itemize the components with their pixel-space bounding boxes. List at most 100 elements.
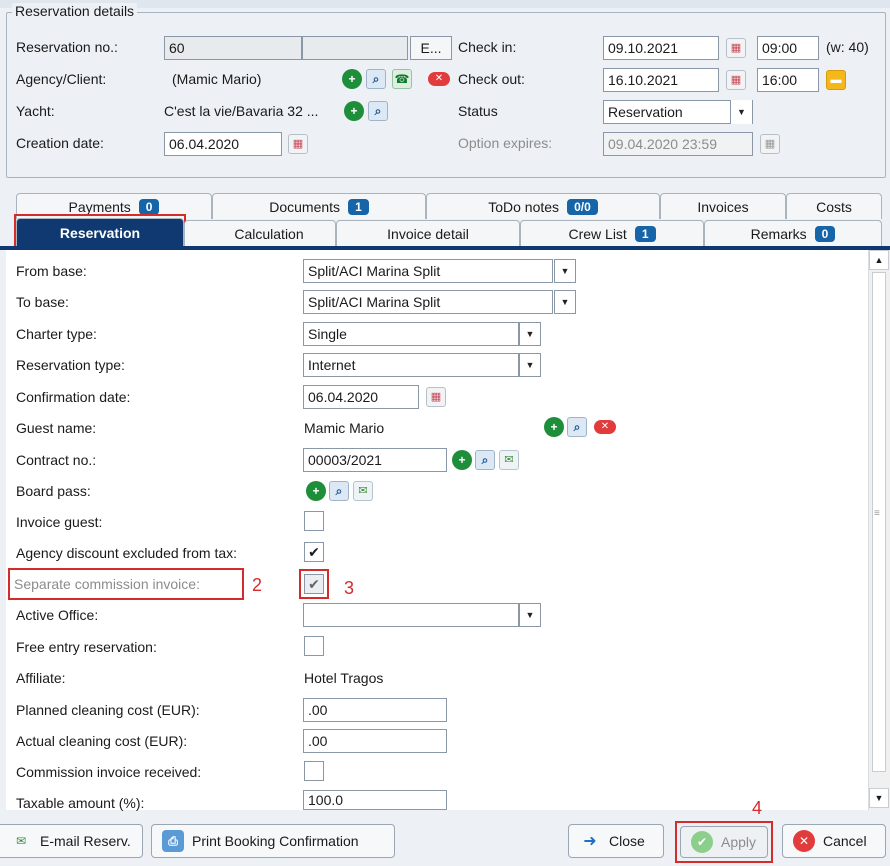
commission-received-checkbox[interactable] bbox=[304, 761, 324, 781]
confirmation-date-field[interactable]: 06.04.2020 bbox=[303, 385, 419, 409]
check-in-date-field[interactable]: 09.10.2021 bbox=[603, 36, 719, 60]
contract-no-field[interactable]: 00003/2021 bbox=[303, 448, 447, 472]
add-yacht-icon[interactable]: + bbox=[344, 101, 364, 121]
check-in-time-field[interactable]: 09:00 bbox=[757, 36, 819, 60]
tab-documents[interactable]: Documents 1 bbox=[212, 193, 426, 219]
contract-no-label: Contract no.: bbox=[16, 452, 97, 468]
actual-cleaning-label: Actual cleaning cost (EUR): bbox=[16, 733, 188, 749]
check-out-label: Check out: bbox=[458, 71, 525, 87]
to-base-dropdown-icon[interactable]: ▼ bbox=[554, 290, 576, 314]
active-office-dropdown-icon[interactable]: ▼ bbox=[519, 603, 541, 627]
view-contract-icon[interactable]: ⌕ bbox=[475, 450, 495, 470]
yacht-label: Yacht: bbox=[16, 103, 55, 119]
confirmation-date-calendar-icon[interactable]: ▦ bbox=[426, 387, 446, 407]
apply-button[interactable]: ✔ Apply bbox=[680, 826, 768, 858]
reservation-no-field[interactable]: 60 bbox=[164, 36, 302, 60]
from-base-select[interactable]: Split/ACI Marina Split bbox=[303, 259, 553, 283]
annotation-3: 3 bbox=[344, 578, 355, 598]
check-out-calendar-icon[interactable]: ▦ bbox=[726, 70, 746, 90]
cancel-label: Cancel bbox=[823, 833, 867, 849]
add-board-pass-icon[interactable]: + bbox=[306, 481, 326, 501]
email-reservation-button[interactable]: ✉ E-mail Reserv. bbox=[0, 824, 143, 858]
charter-type-label: Charter type: bbox=[16, 326, 97, 342]
option-expires-label: Option expires: bbox=[458, 135, 553, 151]
planned-cleaning-field[interactable]: .00 bbox=[303, 698, 447, 722]
tab-crew-list-badge: 1 bbox=[634, 225, 656, 242]
email-board-pass-icon[interactable]: ✉ bbox=[353, 481, 373, 501]
status-dropdown-icon[interactable]: ▼ bbox=[730, 100, 752, 124]
scroll-thumb[interactable] bbox=[872, 272, 886, 772]
free-entry-label: Free entry reservation: bbox=[16, 639, 157, 655]
agency-discount-checkbox[interactable]: ✔ bbox=[304, 542, 324, 562]
search-client-icon[interactable]: ⌕ bbox=[366, 69, 386, 89]
from-base-label: From base: bbox=[16, 263, 87, 279]
tab-payments-badge: 0 bbox=[138, 198, 160, 215]
email-icon: ✉ bbox=[15, 834, 27, 848]
view-board-pass-icon[interactable]: ⌕ bbox=[329, 481, 349, 501]
status-label: Status bbox=[458, 103, 498, 119]
email-contract-icon[interactable]: ✉ bbox=[499, 450, 519, 470]
check-in-label: Check in: bbox=[458, 39, 517, 55]
note-icon[interactable]: ▬ bbox=[826, 70, 846, 90]
reservation-type-select[interactable]: Internet bbox=[303, 353, 519, 377]
charter-type-dropdown-icon[interactable]: ▼ bbox=[519, 322, 541, 346]
search-yacht-icon[interactable]: ⌕ bbox=[368, 101, 388, 121]
add-contract-icon[interactable]: + bbox=[452, 450, 472, 470]
print-booking-confirmation-button[interactable]: ⎙ Print Booking Confirmation bbox=[151, 824, 395, 858]
printer-icon: ⎙ bbox=[162, 830, 184, 852]
scroll-down-icon[interactable]: ▼ bbox=[869, 788, 889, 808]
week-label: (w: 40) bbox=[826, 39, 869, 55]
ellipsis-button[interactable]: E... bbox=[410, 36, 452, 60]
scroll-up-icon[interactable]: ▲ bbox=[869, 250, 889, 270]
tab-todo-notes[interactable]: ToDo notes 0/0 bbox=[426, 193, 660, 219]
tab-invoice-detail[interactable]: Invoice detail bbox=[336, 220, 520, 246]
option-expires-field: 09.04.2020 23:59 bbox=[603, 132, 753, 156]
search-guest-icon[interactable]: ⌕ bbox=[567, 417, 587, 437]
delete-guest-icon[interactable]: ✕ bbox=[594, 420, 616, 434]
scroll-grip-icon: ≡ bbox=[874, 508, 880, 519]
tab-costs[interactable]: Costs bbox=[786, 193, 882, 219]
taxable-amount-field[interactable]: 100.0 bbox=[303, 790, 447, 810]
form-scrollbar[interactable]: ▲ ≡ ▼ bbox=[868, 250, 890, 810]
creation-date-label: Creation date: bbox=[16, 135, 104, 151]
tab-documents-badge: 1 bbox=[348, 198, 369, 215]
creation-date-field[interactable]: 06.04.2020 bbox=[164, 132, 282, 156]
tab-crew-list[interactable]: Crew List 1 bbox=[520, 220, 704, 246]
tab-payments-label: Payments bbox=[68, 198, 131, 215]
add-client-icon[interactable]: + bbox=[342, 69, 362, 89]
check-icon: ✔ bbox=[691, 831, 713, 853]
free-entry-checkbox[interactable] bbox=[304, 636, 324, 656]
arrow-right-icon: ➜ bbox=[583, 833, 597, 850]
tab-crew-list-label: Crew List bbox=[568, 225, 627, 242]
apply-label: Apply bbox=[721, 834, 757, 850]
reservation-type-label: Reservation type: bbox=[16, 357, 125, 373]
creation-date-calendar-icon[interactable]: ▦ bbox=[288, 134, 308, 154]
from-base-dropdown-icon[interactable]: ▼ bbox=[554, 259, 576, 283]
cancel-button[interactable]: ✕ Cancel bbox=[782, 824, 886, 858]
check-out-time-field[interactable]: 16:00 bbox=[757, 68, 819, 92]
active-office-select[interactable] bbox=[303, 603, 519, 627]
delete-client-icon[interactable]: ✕ bbox=[428, 72, 450, 86]
reservation-no-extra-field[interactable] bbox=[302, 36, 408, 60]
phone-icon[interactable]: ☎ bbox=[392, 69, 412, 89]
invoice-guest-checkbox[interactable] bbox=[304, 511, 324, 531]
reservation-type-dropdown-icon[interactable]: ▼ bbox=[519, 353, 541, 377]
tab-remarks[interactable]: Remarks 0 bbox=[704, 220, 882, 246]
check-in-calendar-icon[interactable]: ▦ bbox=[726, 38, 746, 58]
tab-documents-label: Documents bbox=[269, 198, 341, 215]
tab-calculation-label: Calculation bbox=[234, 225, 304, 242]
separate-commission-label: Separate commission invoice: bbox=[14, 576, 200, 592]
to-base-select[interactable]: Split/ACI Marina Split bbox=[303, 290, 553, 314]
email-reservation-label: E-mail Reserv. bbox=[40, 833, 131, 849]
separate-commission-checkbox[interactable]: ✔ bbox=[304, 574, 324, 594]
taxable-amount-label: Taxable amount (%): bbox=[16, 795, 145, 811]
actual-cleaning-field[interactable]: .00 bbox=[303, 729, 447, 753]
check-out-date-field[interactable]: 16.10.2021 bbox=[603, 68, 719, 92]
tab-calculation[interactable]: Calculation bbox=[184, 220, 336, 246]
charter-type-select[interactable]: Single bbox=[303, 322, 519, 346]
tab-remarks-label: Remarks bbox=[750, 225, 807, 242]
tab-invoices[interactable]: Invoices bbox=[660, 193, 786, 219]
affiliate-label: Affiliate: bbox=[16, 670, 66, 686]
close-button[interactable]: ➜ Close bbox=[568, 824, 664, 858]
add-guest-icon[interactable]: + bbox=[544, 417, 564, 437]
